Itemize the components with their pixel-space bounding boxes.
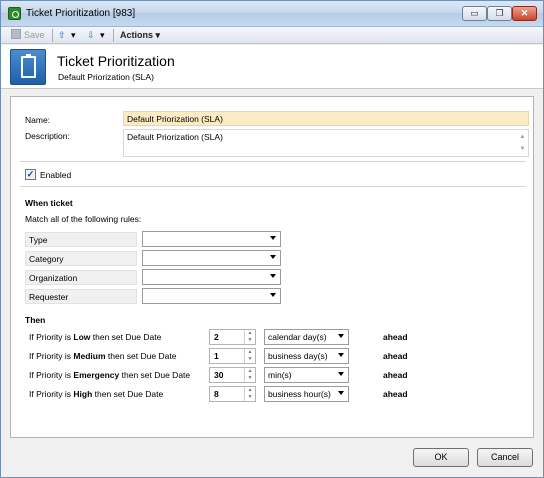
unit-combo[interactable]: business day(s) [264,348,349,364]
window-title: Ticket Prioritization [983] [26,8,136,19]
description-text: Default Priorization (SLA) [127,132,223,142]
unit-combo[interactable]: business hour(s) [264,386,349,402]
unit-combo[interactable]: calendar day(s) [264,329,349,345]
amount-stepper[interactable]: 1 ▲ ▼ [209,348,256,364]
rule-label-type: Type [25,232,137,247]
actions-menu[interactable]: Actions ▾ [120,28,160,43]
chevron-down-icon [270,255,276,259]
chevron-down-icon [338,334,344,338]
name-field[interactable]: Default Priorization (SLA) [123,111,529,126]
chevron-down-icon [338,391,344,395]
when-ticket-heading: When ticket [25,198,73,208]
actions-label: Actions [120,30,154,40]
save-icon [11,29,21,39]
stepper-arrows-icon[interactable]: ▲ ▼ [244,330,255,344]
ok-button[interactable]: OK [413,448,469,467]
amount-stepper[interactable]: 2 ▲ ▼ [209,329,256,345]
stepper-arrows-icon[interactable]: ▲ ▼ [244,387,255,401]
ahead-label: ahead [383,332,408,342]
rule-label-requester: Requester [25,289,137,304]
enabled-checkbox[interactable]: ✓ [25,169,36,180]
close-button[interactable]: ✕ [512,6,537,21]
amount-stepper[interactable]: 30 ▲ ▼ [209,367,256,383]
requester-combo[interactable] [142,288,281,304]
amount-value: 30 [214,370,224,380]
app-icon [8,7,21,20]
stepper-arrows-icon[interactable]: ▲ ▼ [244,368,255,382]
rule-label-organization: Organization [25,270,137,285]
page-header: Ticket Prioritization Default Priorizati… [1,45,543,89]
ticket-prioritization-window: Ticket Prioritization [983] ▭ ❐ ✕ Save ⇧… [0,0,544,478]
rule-label-category: Category [25,251,137,266]
chevron-down-icon [338,372,344,376]
description-scrollbar[interactable]: ▲ ▼ [518,131,527,155]
toolbar-separator [52,29,53,42]
actions-dropdown-icon: ▾ [155,30,161,40]
unit-value: calendar day(s) [268,332,327,342]
priority-level: Low [73,332,91,342]
maximize-button[interactable]: ❐ [487,6,512,21]
category-combo[interactable] [142,250,281,266]
page-subtitle: Default Priorization (SLA) [58,72,154,82]
priority-level: High [73,389,93,399]
amount-value: 2 [214,332,219,342]
chevron-down-icon [270,274,276,278]
move-up-dropdown-icon[interactable]: ▾ [71,28,76,43]
form-panel: Name: Default Priorization (SLA) Descrip… [10,96,534,438]
match-rules-text: Match all of the following rules: [25,214,142,224]
move-down-dropdown-icon[interactable]: ▾ [100,28,105,43]
ahead-label: ahead [383,370,408,380]
type-combo[interactable] [142,231,281,247]
priority-rule-text: If Priority is Medium then set Due Date [29,351,177,361]
priority-rule-text: If Priority is Emergency then set Due Da… [29,370,191,380]
amount-value: 1 [214,351,219,361]
priority-rule-text: If Priority is High then set Due Date [29,389,164,399]
title-bar[interactable]: Ticket Prioritization [983] ▭ ❐ ✕ [1,1,543,27]
description-field[interactable]: Default Priorization (SLA) ▲ ▼ [123,129,529,157]
minimize-button[interactable]: ▭ [462,6,487,21]
clipboard-icon [10,49,46,85]
toolbar: Save ⇧ ▾ ⇩ ▾ Actions ▾ [1,27,543,44]
unit-value: business hour(s) [268,389,331,399]
priority-rule-text: If Priority is Low then set Due Date [29,332,162,342]
organization-combo[interactable] [142,269,281,285]
description-label: Description: [25,131,70,141]
unit-value: business day(s) [268,351,328,361]
divider [20,161,526,162]
amount-value: 8 [214,389,219,399]
page-title: Ticket Prioritization [57,53,175,69]
stepper-arrows-icon[interactable]: ▲ ▼ [244,349,255,363]
priority-level: Emergency [73,370,120,380]
ahead-label: ahead [383,351,408,361]
move-down-icon[interactable]: ⇩ [87,28,95,43]
cancel-button[interactable]: Cancel [477,448,533,467]
unit-combo[interactable]: min(s) [264,367,349,383]
chevron-down-icon [338,353,344,357]
enabled-label: Enabled [40,170,72,180]
chevron-down-icon [270,236,276,240]
save-label: Save [24,30,45,40]
name-label: Name: [25,115,51,125]
amount-stepper[interactable]: 8 ▲ ▼ [209,386,256,402]
ahead-label: ahead [383,389,408,399]
then-heading: Then [25,315,46,325]
toolbar-separator [113,29,114,42]
unit-value: min(s) [268,370,292,380]
priority-level: Medium [73,351,106,361]
divider [20,186,526,187]
save-button[interactable]: Save [11,28,45,43]
move-up-icon[interactable]: ⇧ [58,28,66,43]
chevron-down-icon [270,293,276,297]
